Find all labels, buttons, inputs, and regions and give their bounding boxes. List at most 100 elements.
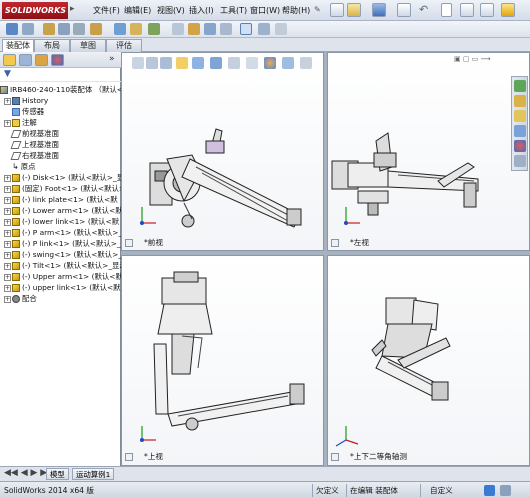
view-orientation-icon[interactable]: [210, 57, 222, 69]
tree-item[interactable]: + 注解: [0, 117, 121, 128]
toolbar-icon-5[interactable]: [73, 23, 85, 35]
expand-toggle[interactable]: +: [4, 196, 11, 204]
tree-item[interactable]: 传感器: [0, 106, 121, 117]
options-icon[interactable]: [480, 3, 494, 17]
expand-toggle[interactable]: +: [4, 273, 11, 281]
tab-model[interactable]: 模型: [46, 468, 69, 480]
tree-item[interactable]: 上视基准面: [0, 139, 121, 150]
previous-view-icon[interactable]: [160, 57, 172, 69]
tree-root[interactable]: IRB460-240-110装配体 （默认<显: [0, 84, 121, 95]
tree-item[interactable]: + (-) Upper arm<1> (默认<默认: [0, 271, 121, 282]
appearances-icon[interactable]: [514, 140, 526, 152]
viewport-top[interactable]: *上视: [121, 255, 324, 466]
viewport-menu-icon[interactable]: [125, 453, 133, 461]
pen-icon[interactable]: [43, 23, 55, 35]
menu-tools[interactable]: 工具(T): [218, 4, 249, 17]
toolbar-icon-7[interactable]: [114, 23, 126, 35]
viewport-left[interactable]: ▣ ▢ ▭ ⟶ *左视: [327, 52, 530, 251]
scene-icon[interactable]: [282, 57, 294, 69]
tab-evaluate[interactable]: 评估: [106, 39, 142, 52]
solidworks-resources-icon[interactable]: [514, 80, 526, 92]
toolbar-icon-14[interactable]: [240, 23, 252, 35]
toolbar-icon-10[interactable]: [172, 23, 184, 35]
viewport-front[interactable]: *前视: [121, 52, 324, 251]
tree-item[interactable]: + (-) P arm<1> (默认<默认>_显: [0, 227, 121, 238]
filter-icon[interactable]: ▼: [4, 69, 11, 79]
tree-item[interactable]: 右视基准面: [0, 150, 121, 161]
tree-item[interactable]: + (-) link plate<1> (默认<默: [0, 194, 121, 205]
configuration-tab-icon[interactable]: [35, 54, 48, 66]
tab-motion-study[interactable]: 运动算例1: [72, 468, 115, 480]
hide-show-icon[interactable]: [246, 57, 258, 69]
tree-item[interactable]: + 配合: [0, 293, 121, 304]
new-document-icon[interactable]: [330, 3, 344, 17]
design-library-icon[interactable]: [514, 95, 526, 107]
select-arrow-icon[interactable]: [441, 3, 452, 17]
custom-properties-icon[interactable]: [514, 155, 526, 167]
viewport-isometric[interactable]: *上下二等角轴测: [327, 255, 530, 466]
tree-item[interactable]: + (-) P link<1> (默认<默认>_: [0, 238, 121, 249]
view-palette-icon[interactable]: [514, 125, 526, 137]
section-view-icon[interactable]: [176, 57, 188, 69]
toolbar-icon-15[interactable]: [258, 23, 270, 35]
expand-toggle[interactable]: +: [4, 262, 11, 270]
toolbar-icon-4[interactable]: [58, 23, 70, 35]
menu-edit[interactable]: 编辑(E): [122, 4, 153, 17]
viewport-menu-icon[interactable]: [125, 239, 133, 247]
tab-layout[interactable]: 布局: [34, 39, 70, 52]
zoom-area-icon[interactable]: [146, 57, 158, 69]
expand-toggle[interactable]: +: [4, 251, 11, 259]
expand-toggle[interactable]: +: [4, 97, 11, 105]
expand-toggle[interactable]: +: [4, 229, 11, 237]
expand-toggle[interactable]: +: [4, 174, 11, 182]
tree-item[interactable]: + (-) swing<1> (默认<默认>_显: [0, 249, 121, 260]
display-style-icon[interactable]: [228, 57, 240, 69]
menu-view[interactable]: 视图(V): [155, 4, 187, 17]
expand-toggle[interactable]: +: [4, 284, 11, 292]
toolbar-icon-8[interactable]: [130, 23, 142, 35]
viewport-layout-icon[interactable]: ▣ ▢ ▭ ⟶: [454, 55, 491, 63]
expand-toggle[interactable]: +: [4, 240, 11, 248]
zoom-to-fit-icon[interactable]: [132, 57, 144, 69]
tree-item[interactable]: 前视基准面: [0, 128, 121, 139]
pin-icon[interactable]: ✎: [314, 5, 321, 14]
tab-sketch[interactable]: 草图: [70, 39, 106, 52]
rebuild-status-icon[interactable]: [484, 485, 495, 496]
tree-item[interactable]: + (-) Tilt<1> (默认<默认>_显示: [0, 260, 121, 271]
toolbar-icon-6[interactable]: [90, 23, 102, 35]
solidworks-logo[interactable]: SOLIDWORKS: [2, 2, 68, 19]
tree-item[interactable]: + (-) lower link<1> (默认<默: [0, 216, 121, 227]
menu-file[interactable]: 文件(F): [91, 4, 122, 17]
expand-toggle[interactable]: +: [4, 295, 11, 303]
help-icon[interactable]: [501, 3, 515, 17]
toolbar-icon-9[interactable]: [148, 23, 160, 35]
menu-window[interactable]: 窗口(W): [248, 4, 282, 17]
status-units[interactable]: 自定义: [430, 485, 453, 497]
tree-item[interactable]: + (-) Lower arm<1> (默认<默认: [0, 205, 121, 216]
file-explorer-icon[interactable]: [514, 110, 526, 122]
feature-tree-tab-icon[interactable]: [3, 54, 16, 66]
toolbar-icon-2[interactable]: [22, 23, 34, 35]
rebuild-icon[interactable]: [460, 3, 474, 17]
expand-toggle[interactable]: +: [4, 218, 11, 226]
viewport-menu-icon[interactable]: [331, 239, 339, 247]
edit-appearance-icon[interactable]: [264, 57, 276, 69]
tab-assembly[interactable]: 装配体: [2, 39, 34, 53]
view-settings-icon[interactable]: [300, 57, 312, 69]
help-status-icon[interactable]: [500, 485, 511, 496]
viewport-menu-icon[interactable]: [331, 453, 339, 461]
graphics-area[interactable]: *前视 ▣ ▢ ▭ ⟶ *左视 *上视 *上下二等角轴测: [121, 52, 530, 466]
toolbar-icon-11[interactable]: [188, 23, 200, 35]
expand-toggle[interactable]: +: [4, 119, 11, 127]
toolbar-icon-1[interactable]: [6, 23, 18, 35]
expand-toggle[interactable]: +: [4, 185, 11, 193]
menu-help[interactable]: 帮助(H): [280, 4, 312, 17]
toolbar-icon-13[interactable]: [220, 23, 232, 35]
menu-insert[interactable]: 插入(I): [187, 4, 216, 17]
toolbar-icon-12[interactable]: [204, 23, 216, 35]
expand-panel-icon[interactable]: »: [109, 54, 115, 64]
dynamic-annotation-icon[interactable]: [192, 57, 204, 69]
property-manager-tab-icon[interactable]: [19, 54, 32, 66]
menu-pin-icon[interactable]: ▸: [70, 4, 75, 14]
expand-toggle[interactable]: +: [4, 207, 11, 215]
